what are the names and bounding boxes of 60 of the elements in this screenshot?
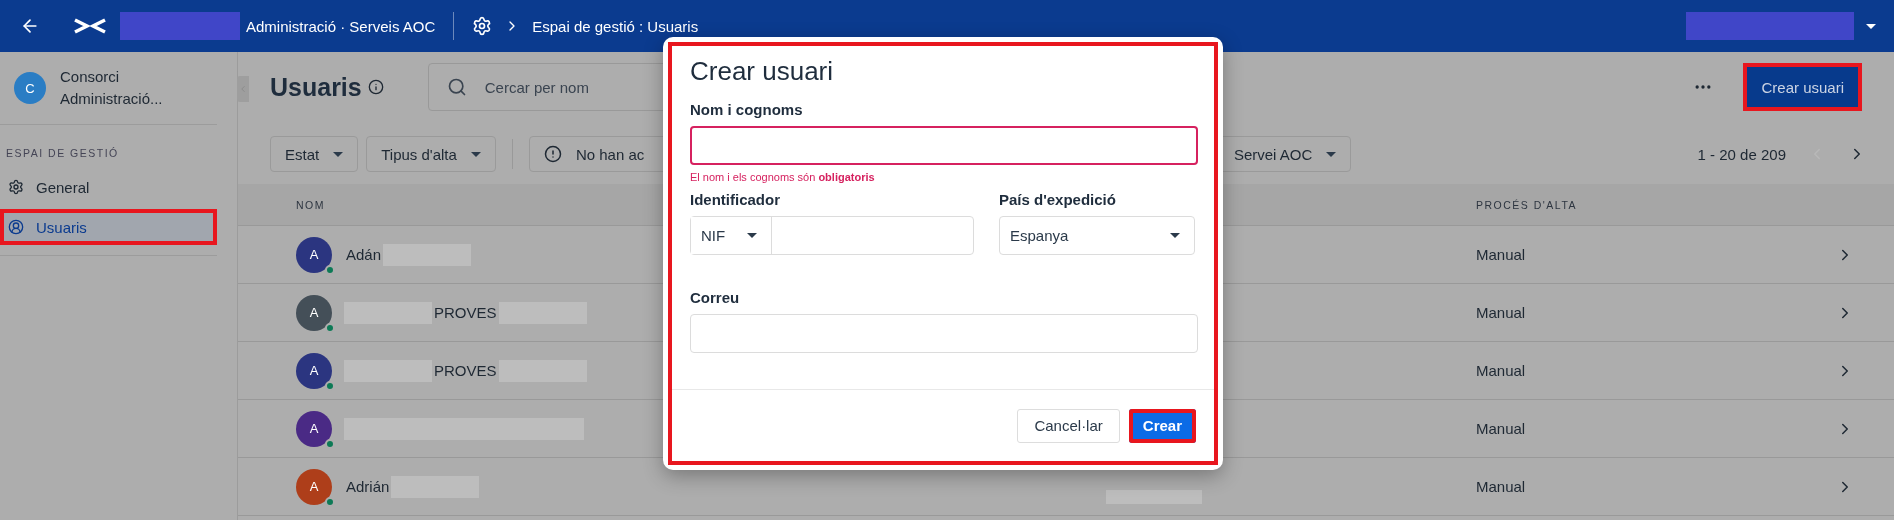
- column-header: NOM: [296, 198, 326, 211]
- alert-icon: [543, 145, 562, 163]
- user-avatar: A: [296, 352, 332, 389]
- column-header: PROCÉS D'ALTA: [1476, 198, 1578, 211]
- field-label: País d'expedició: [999, 191, 1117, 208]
- status-dot: [325, 322, 335, 333]
- table-cell-text: Manual: [1476, 420, 1527, 437]
- collapse-handle[interactable]: [237, 76, 249, 102]
- field-label: Identificador: [690, 191, 781, 208]
- caret-icon: [1326, 151, 1337, 157]
- user-name: PROVES: [434, 362, 497, 379]
- caret-icon: [470, 151, 481, 157]
- table-cell-text: Manual: [1476, 246, 1527, 263]
- user-name: PROVES: [434, 304, 497, 321]
- create-button[interactable]: Crear: [1128, 408, 1196, 443]
- app-name: Administració · Serveis AOC: [246, 17, 436, 35]
- logo-icon: [74, 18, 106, 34]
- page-title: Usuaris: [270, 72, 362, 102]
- user-icon: [8, 219, 24, 235]
- sidebar-item[interactable]: General: [0, 169, 217, 205]
- table-cell-text: Manual: [1476, 304, 1527, 321]
- user-avatar: A: [296, 236, 332, 273]
- gear-icon: [8, 179, 24, 195]
- org-avatar: C: [14, 72, 46, 104]
- status-dot: [325, 438, 335, 449]
- dialog-title: Crear usuari: [690, 56, 835, 87]
- filter-button[interactable]: Estat: [270, 136, 359, 172]
- table-cell-text: Manual: [1476, 362, 1527, 379]
- create-user-button[interactable]: Crear usuari: [1743, 63, 1862, 111]
- id-type-select[interactable]: NIF: [691, 217, 772, 254]
- status-dot: [325, 496, 335, 507]
- breadcrumb: Espai de gestió : Usuaris: [532, 17, 699, 35]
- email-field[interactable]: [690, 314, 1198, 353]
- info-icon[interactable]: [367, 79, 384, 95]
- caret-icon: [333, 151, 344, 157]
- cancel-button[interactable]: Cancel·lar: [1017, 408, 1120, 443]
- identifier-field[interactable]: NIF: [690, 216, 974, 255]
- error-message: El nom i els cognoms són obligatoris: [690, 171, 876, 183]
- country-select[interactable]: Espanya: [999, 216, 1195, 255]
- search-icon: [446, 77, 467, 97]
- user-avatar: A: [296, 410, 332, 447]
- sidebar-item[interactable]: Usuaris: [0, 209, 217, 245]
- field-label: Nom i cognoms: [690, 101, 804, 118]
- user-name: Adán: [346, 246, 382, 263]
- section-label: ESPAI DE GESTIÓ: [5, 146, 120, 161]
- table-cell-text: Manual: [1476, 478, 1527, 495]
- status-dot: [325, 264, 335, 275]
- user-avatar: A: [296, 468, 332, 505]
- caret-icon: [1170, 233, 1180, 238]
- caret-icon: [747, 233, 757, 238]
- user-avatar: A: [296, 294, 332, 331]
- pagination-range: 1 - 20 de 209: [1697, 145, 1786, 163]
- org-name: Consorci Administració...: [60, 67, 164, 109]
- settings-icon[interactable]: [472, 16, 493, 36]
- status-dot: [325, 380, 335, 391]
- filter-button[interactable]: Tipus d'alta: [366, 136, 496, 172]
- user-name: Adrián: [346, 478, 390, 495]
- caret-icon[interactable]: [1866, 23, 1876, 29]
- field-label: Correu: [690, 289, 741, 306]
- name-field[interactable]: [690, 126, 1198, 165]
